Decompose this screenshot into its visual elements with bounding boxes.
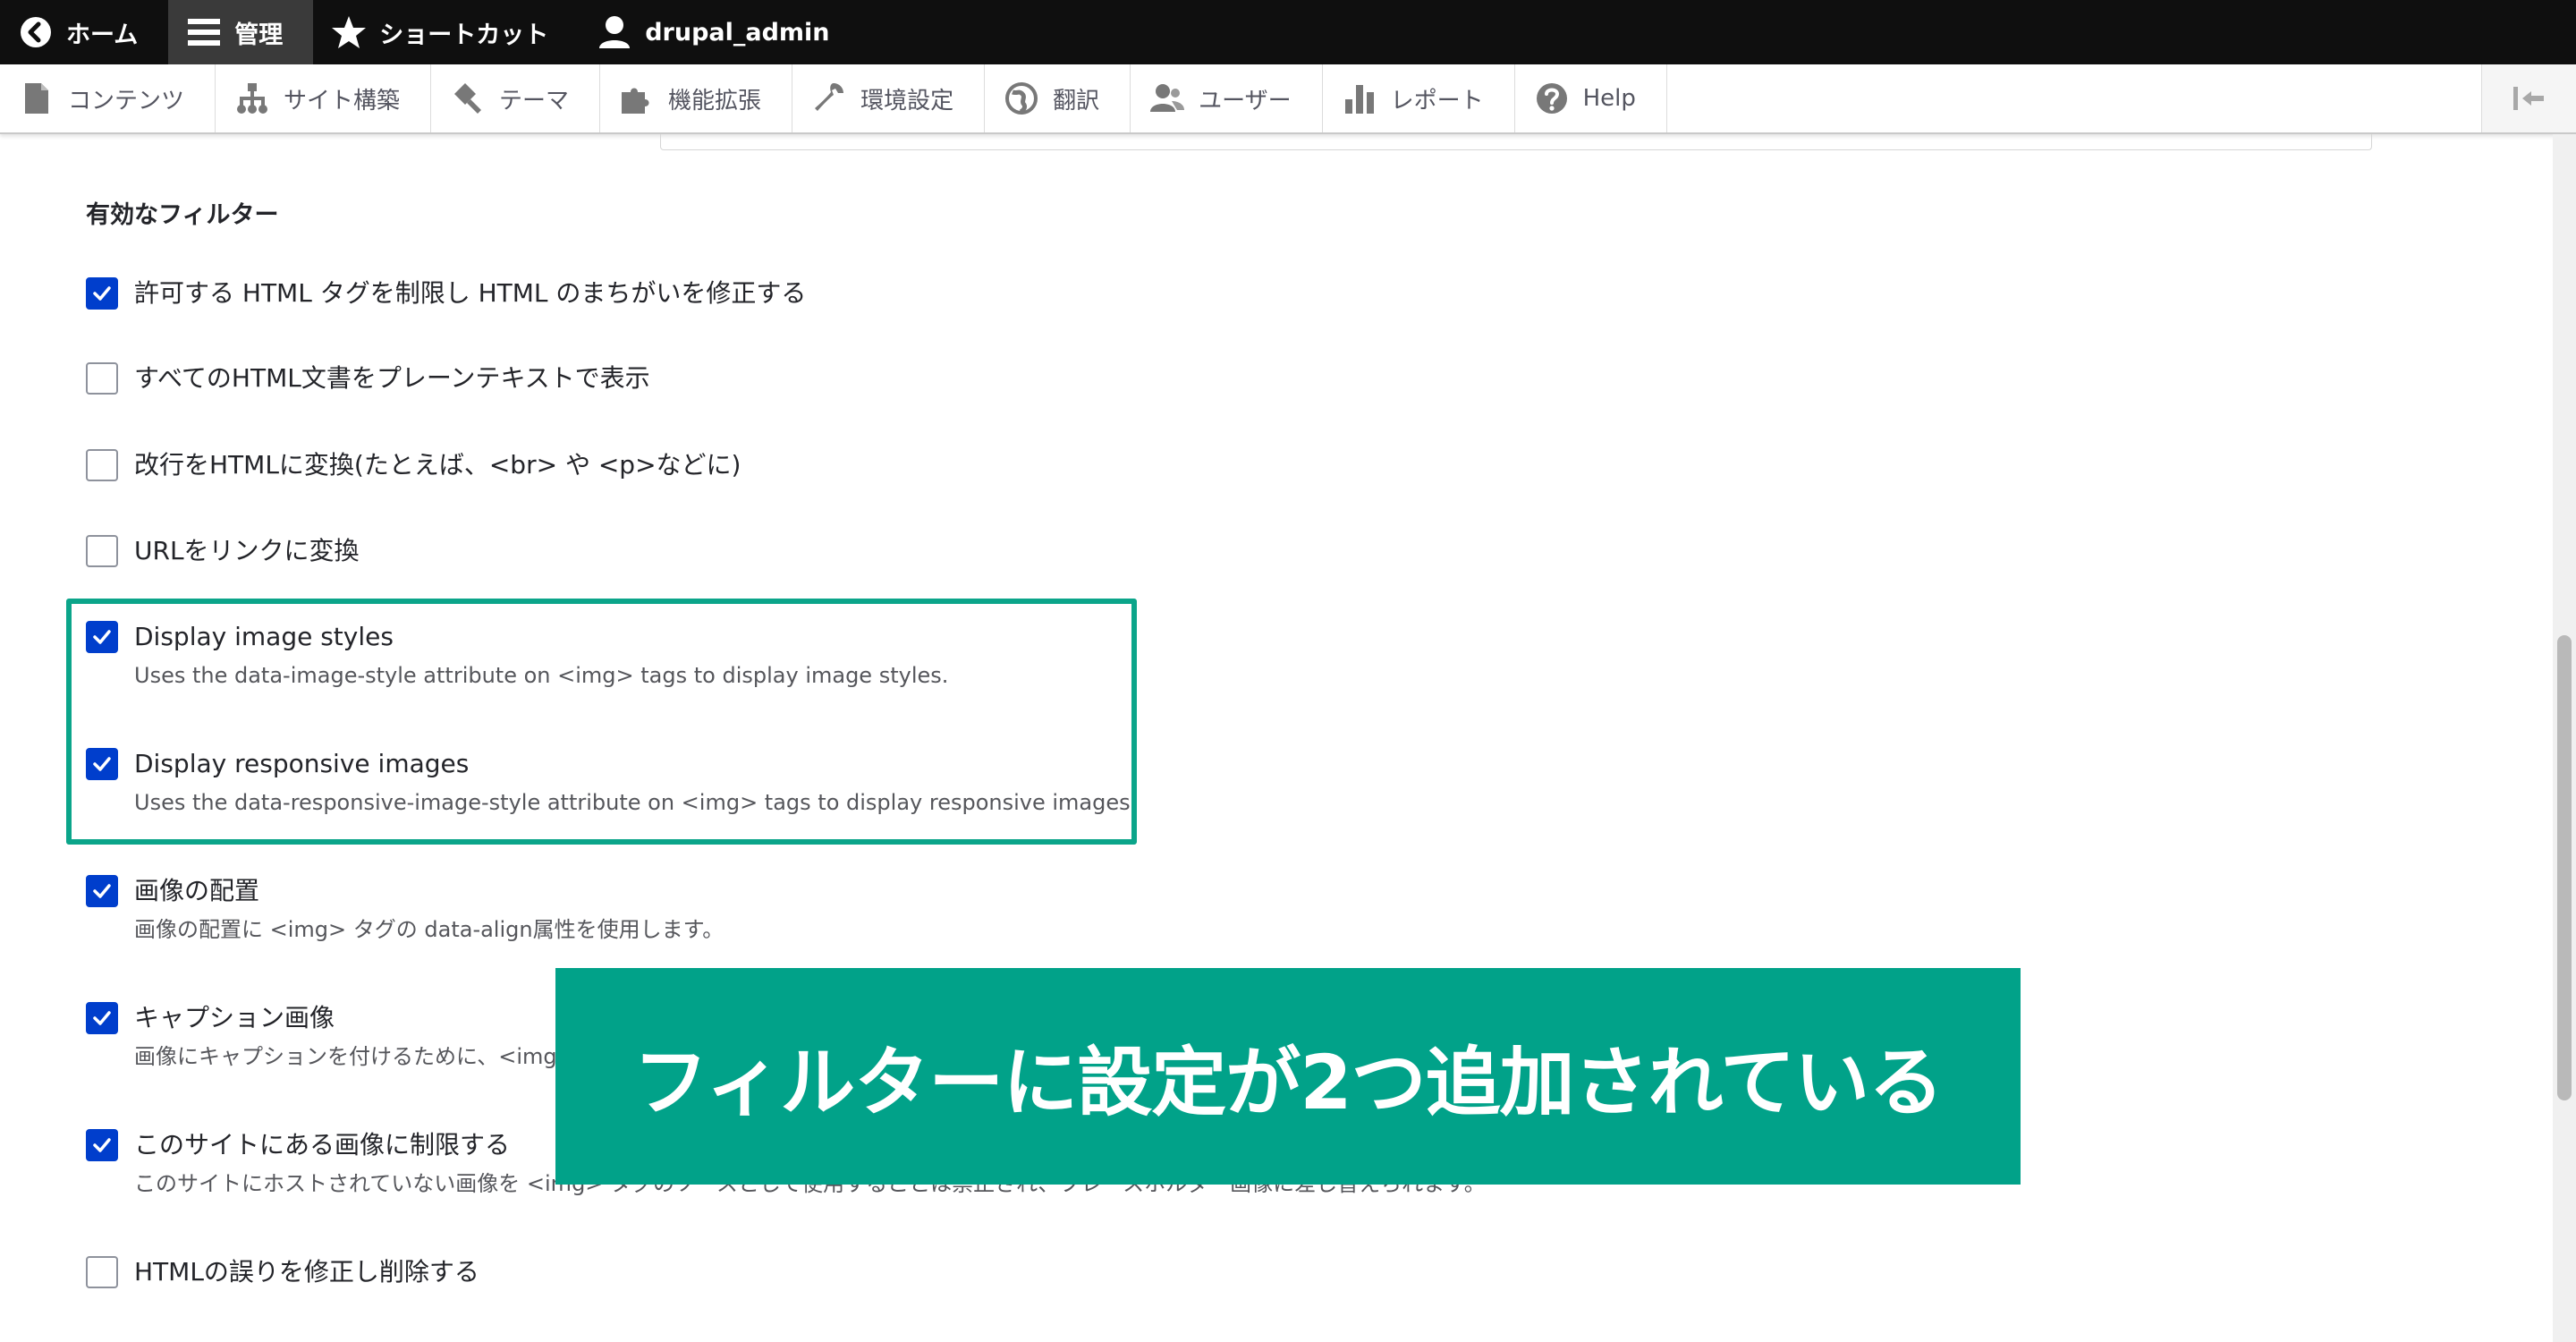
admin-toolbar: ホーム 管理 ショートカット drupal_admin <box>0 0 2576 64</box>
tray-item-label: ユーザー <box>1199 87 1292 115</box>
filter-label[interactable]: URLをリンクに変換 <box>134 535 360 567</box>
filter-label[interactable]: 画像の配置 <box>134 875 259 907</box>
bar-chart-icon <box>1341 80 1378 117</box>
toolbar-manage-label: 管理 <box>234 21 284 49</box>
toolbar-shortcuts[interactable]: ショートカット <box>313 0 579 64</box>
paint-roller-icon <box>449 80 487 117</box>
annotation-banner: フィルターに設定が2つ追加されている <box>555 968 2021 1185</box>
tray-item-extend[interactable]: 機能拡張 <box>600 64 793 132</box>
document-icon <box>18 80 55 117</box>
tray-item-content[interactable]: コンテンツ <box>0 64 216 132</box>
tray-item-config[interactable]: 環境設定 <box>792 64 986 132</box>
toolbar-home[interactable]: ホーム <box>0 0 168 64</box>
filter-label[interactable]: 改行をHTMLに変換(たとえば、<br> や <p>などに) <box>134 449 741 481</box>
user-icon <box>597 14 632 50</box>
toolbar-user-label: drupal_admin <box>645 18 830 47</box>
wrench-icon <box>810 80 848 117</box>
admin-tray: コンテンツ サイト構築 テーマ 機能拡張 環境設定 翻訳 ユーザー レポート H… <box>0 64 2576 134</box>
annotation-banner-text: フィルターに設定が2つ追加されている <box>632 1038 1944 1126</box>
toolbar-home-label: ホーム <box>66 21 139 49</box>
star-icon <box>331 14 367 50</box>
filter-checkbox[interactable] <box>86 535 118 567</box>
previous-field-box <box>660 134 2372 150</box>
sitemap-icon <box>233 80 271 117</box>
filter-description: 画像の配置に <img> タグの data-align属性を使用します。 <box>134 917 724 942</box>
tray-item-translate[interactable]: 翻訳 <box>985 64 1131 132</box>
globe-icon <box>1003 80 1040 117</box>
tray-item-reports[interactable]: レポート <box>1323 64 1515 132</box>
filter-checkbox[interactable] <box>86 277 118 310</box>
filter-label[interactable]: すべてのHTML文書をプレーンテキストで表示 <box>134 362 650 395</box>
filter-checkbox[interactable] <box>86 875 118 907</box>
filter-checkbox[interactable] <box>86 1129 118 1161</box>
tray-collapse-button[interactable] <box>2481 64 2576 132</box>
filter-checkbox[interactable] <box>86 449 118 481</box>
tray-item-label: サイト構築 <box>284 87 401 115</box>
tray-item-label: 環境設定 <box>860 87 954 115</box>
highlight-annotation-box <box>66 599 1137 845</box>
filter-checkbox[interactable] <box>86 1256 118 1288</box>
people-icon <box>1148 80 1186 117</box>
page-scrollbar[interactable] <box>2553 134 2576 1342</box>
toolbar-user[interactable]: drupal_admin <box>579 0 860 64</box>
tray-item-people[interactable]: ユーザー <box>1131 64 1323 132</box>
tray-item-label: 機能拡張 <box>668 87 762 115</box>
filter-label[interactable]: 許可する HTML タグを制限し HTML のまちがいを修正する <box>134 277 806 310</box>
filter-checkbox[interactable] <box>86 362 118 395</box>
tray-item-help[interactable]: Help <box>1515 64 1667 132</box>
toolbar-manage[interactable]: 管理 <box>168 0 314 64</box>
filter-label[interactable]: HTMLの誤りを修正し削除する <box>134 1256 479 1288</box>
tray-item-label: レポート <box>1390 87 1484 115</box>
tray-item-label: テーマ <box>499 87 570 115</box>
tray-item-appearance[interactable]: テーマ <box>431 64 601 132</box>
tray-item-label: Help <box>1582 85 1636 112</box>
collapse-left-icon <box>2512 87 2544 110</box>
enabled-filters-title: 有効なフィルター <box>86 201 279 229</box>
toolbar-shortcuts-label: ショートカット <box>379 21 549 49</box>
hamburger-menu-icon <box>186 14 222 50</box>
tray-item-label: コンテンツ <box>68 87 185 115</box>
filter-label[interactable]: キャプション画像 <box>134 1002 335 1034</box>
back-arrow-icon <box>18 14 54 50</box>
scrollbar-thumb[interactable] <box>2557 635 2572 1100</box>
puzzle-icon <box>618 80 656 117</box>
filter-checkbox[interactable] <box>86 1002 118 1034</box>
filter-label[interactable]: このサイトにある画像に制限する <box>134 1129 510 1161</box>
help-icon <box>1533 80 1571 117</box>
tray-item-structure[interactable]: サイト構築 <box>216 64 432 132</box>
tray-item-label: 翻訳 <box>1053 87 1100 115</box>
